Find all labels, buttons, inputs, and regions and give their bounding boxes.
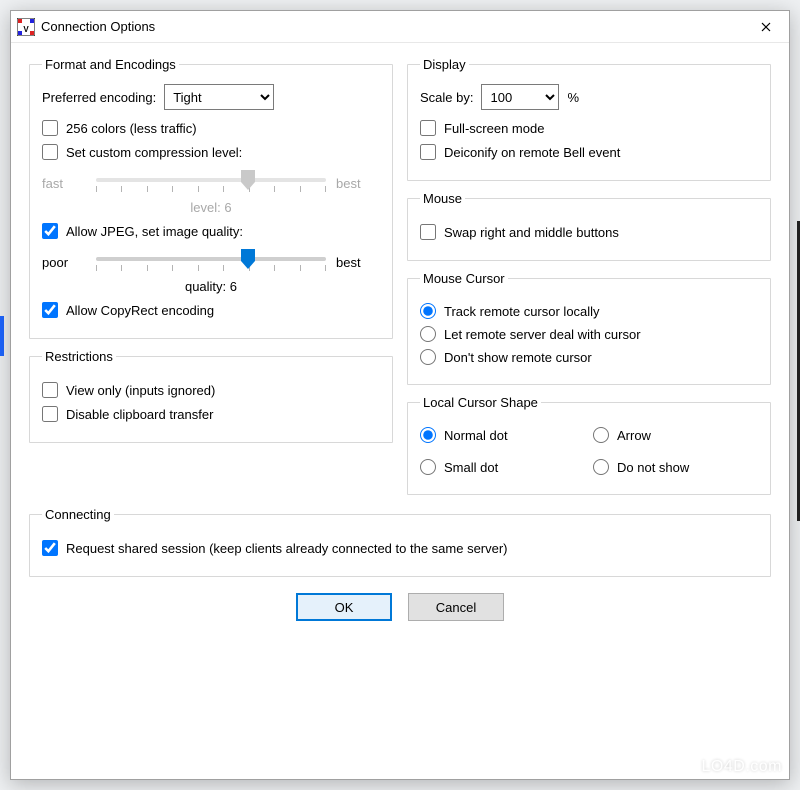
preferred-encoding-label: Preferred encoding: <box>42 90 156 105</box>
group-restrictions: Restrictions View only (inputs ignored) … <box>29 349 393 443</box>
compression-slider-left: fast <box>42 176 86 191</box>
swap-buttons-checkbox[interactable] <box>420 224 436 240</box>
shared-session-label: Request shared session (keep clients alr… <box>66 541 508 556</box>
compression-slider-right: best <box>336 176 380 191</box>
local-normal-radio[interactable] <box>420 427 436 443</box>
button-bar: OK Cancel <box>29 593 771 621</box>
group-legend: Restrictions <box>42 349 116 364</box>
swap-buttons-label: Swap right and middle buttons <box>444 225 619 240</box>
group-legend: Mouse Cursor <box>420 271 508 286</box>
group-legend: Mouse <box>420 191 465 206</box>
app-icon: V <box>17 18 35 36</box>
svg-text:V: V <box>23 25 29 34</box>
dialog-window: V Connection Options Format and Encoding… <box>10 10 790 780</box>
local-arrow-radio[interactable] <box>593 427 609 443</box>
close-icon <box>761 22 771 32</box>
dialog-body: Format and Encodings Preferred encoding:… <box>11 43 789 779</box>
compression-slider <box>96 168 326 198</box>
allow-copyrect-checkbox[interactable] <box>42 302 58 318</box>
quality-slider-left: poor <box>42 255 86 270</box>
quality-slider-wrap: poor best quality: 6 <box>42 247 380 294</box>
colors-256-label: 256 colors (less traffic) <box>66 121 197 136</box>
local-normal-label: Normal dot <box>444 428 508 443</box>
ok-button[interactable]: OK <box>296 593 392 621</box>
local-hide-radio[interactable] <box>593 459 609 475</box>
disable-clipboard-label: Disable clipboard transfer <box>66 407 213 422</box>
group-legend: Connecting <box>42 507 114 522</box>
group-display: Display Scale by: 100 % Full-screen mode <box>407 57 771 181</box>
fullscreen-label: Full-screen mode <box>444 121 544 136</box>
cursor-remote-radio[interactable] <box>420 326 436 342</box>
shared-session-checkbox[interactable] <box>42 540 58 556</box>
cursor-track-radio[interactable] <box>420 303 436 319</box>
close-button[interactable] <box>743 11 789 43</box>
scale-by-select[interactable]: 100 <box>481 84 559 110</box>
group-legend: Format and Encodings <box>42 57 179 72</box>
group-format-encodings: Format and Encodings Preferred encoding:… <box>29 57 393 339</box>
colors-256-checkbox[interactable] <box>42 120 58 136</box>
quality-slider-caption: quality: 6 <box>42 279 380 294</box>
local-arrow-label: Arrow <box>617 428 651 443</box>
allow-jpeg-label: Allow JPEG, set image quality: <box>66 224 243 239</box>
group-mouse: Mouse Swap right and middle buttons <box>407 191 771 261</box>
quality-slider-right: best <box>336 255 380 270</box>
group-connecting: Connecting Request shared session (keep … <box>29 507 771 577</box>
cancel-button[interactable]: Cancel <box>408 593 504 621</box>
compression-slider-wrap: fast best level: 6 <box>42 168 380 215</box>
local-small-label: Small dot <box>444 460 498 475</box>
custom-compression-checkbox[interactable] <box>42 144 58 160</box>
cursor-hide-radio[interactable] <box>420 349 436 365</box>
allow-copyrect-label: Allow CopyRect encoding <box>66 303 214 318</box>
scale-suffix: % <box>567 90 579 105</box>
group-local-cursor: Local Cursor Shape Normal dot Arrow S <box>407 395 771 495</box>
deiconify-checkbox[interactable] <box>420 144 436 160</box>
titlebar: V Connection Options <box>11 11 789 43</box>
cursor-remote-label: Let remote server deal with cursor <box>444 327 641 342</box>
quality-slider[interactable] <box>96 247 326 277</box>
group-mouse-cursor: Mouse Cursor Track remote cursor locally… <box>407 271 771 385</box>
window-title: Connection Options <box>41 19 743 34</box>
allow-jpeg-checkbox[interactable] <box>42 223 58 239</box>
local-hide-label: Do not show <box>617 460 689 475</box>
fullscreen-checkbox[interactable] <box>420 120 436 136</box>
group-legend: Local Cursor Shape <box>420 395 541 410</box>
disable-clipboard-checkbox[interactable] <box>42 406 58 422</box>
custom-compression-label: Set custom compression level: <box>66 145 242 160</box>
deiconify-label: Deiconify on remote Bell event <box>444 145 620 160</box>
group-legend: Display <box>420 57 469 72</box>
view-only-label: View only (inputs ignored) <box>66 383 215 398</box>
local-small-radio[interactable] <box>420 459 436 475</box>
cursor-track-label: Track remote cursor locally <box>444 304 600 319</box>
preferred-encoding-select[interactable]: Tight <box>164 84 274 110</box>
scale-by-label: Scale by: <box>420 90 473 105</box>
cursor-hide-label: Don't show remote cursor <box>444 350 592 365</box>
view-only-checkbox[interactable] <box>42 382 58 398</box>
compression-slider-caption: level: 6 <box>42 200 380 215</box>
